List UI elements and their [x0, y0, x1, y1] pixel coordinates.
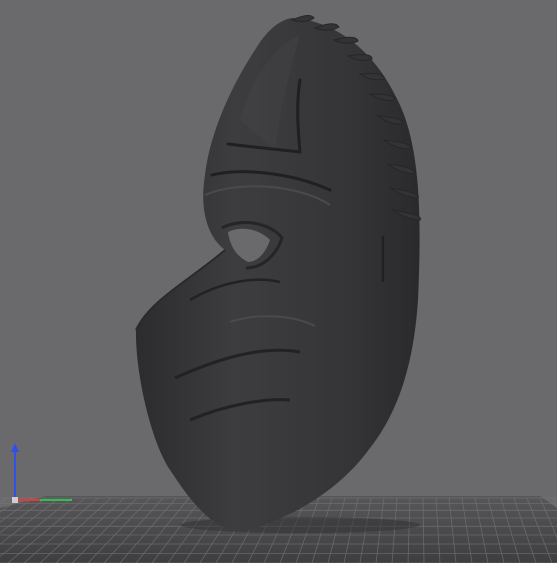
z-axis-arrow-icon: [11, 443, 19, 452]
3d-viewport[interactable]: [0, 0, 557, 563]
axis-gizmo: [11, 443, 72, 503]
scene-canvas[interactable]: [0, 0, 557, 563]
mask-model[interactable]: [135, 14, 421, 533]
axis-origin-icon: [12, 497, 18, 503]
